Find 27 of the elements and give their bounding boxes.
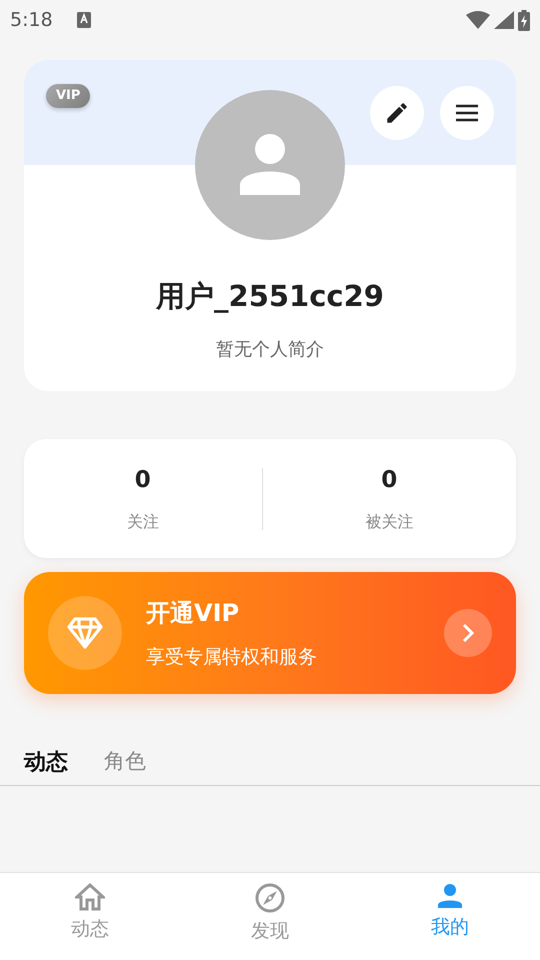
keyboard-icon bbox=[76, 12, 91, 28]
battery-icon bbox=[518, 10, 530, 30]
diamond-icon bbox=[67, 617, 103, 649]
vip-banner[interactable]: 开通VIP 享受专属特权和服务 bbox=[24, 572, 516, 694]
stat-value: 0 bbox=[380, 466, 398, 496]
stat-value: 0 bbox=[134, 466, 152, 496]
content-tab[interactable]: 角色 bbox=[104, 746, 146, 776]
home-icon bbox=[75, 883, 105, 911]
status-time: 5:18 bbox=[10, 8, 53, 33]
menu-icon bbox=[455, 104, 479, 122]
nav-tab[interactable]: 动态 bbox=[63, 873, 117, 960]
stat-label: 被关注 bbox=[364, 510, 414, 533]
bio-text: 暂无个人简介 bbox=[215, 338, 325, 362]
vip-title: 开通VIP bbox=[146, 598, 240, 629]
vip-subtitle: 享受专属特权和服务 bbox=[146, 644, 317, 670]
compass-icon bbox=[255, 883, 285, 913]
nav-tab[interactable]: 我的 bbox=[423, 873, 477, 960]
signal-icon bbox=[494, 11, 514, 29]
content-tab[interactable]: 动态 bbox=[24, 746, 68, 776]
wifi-icon bbox=[466, 11, 490, 29]
person-icon bbox=[437, 883, 463, 909]
nav-tab[interactable]: 发现 bbox=[243, 873, 297, 960]
stat-label: 关注 bbox=[126, 510, 160, 533]
person-icon bbox=[239, 134, 301, 196]
vip-badge: VIP bbox=[46, 84, 90, 108]
username: 用户_2551cc29 bbox=[154, 278, 385, 314]
chevron-right-icon bbox=[461, 622, 475, 644]
